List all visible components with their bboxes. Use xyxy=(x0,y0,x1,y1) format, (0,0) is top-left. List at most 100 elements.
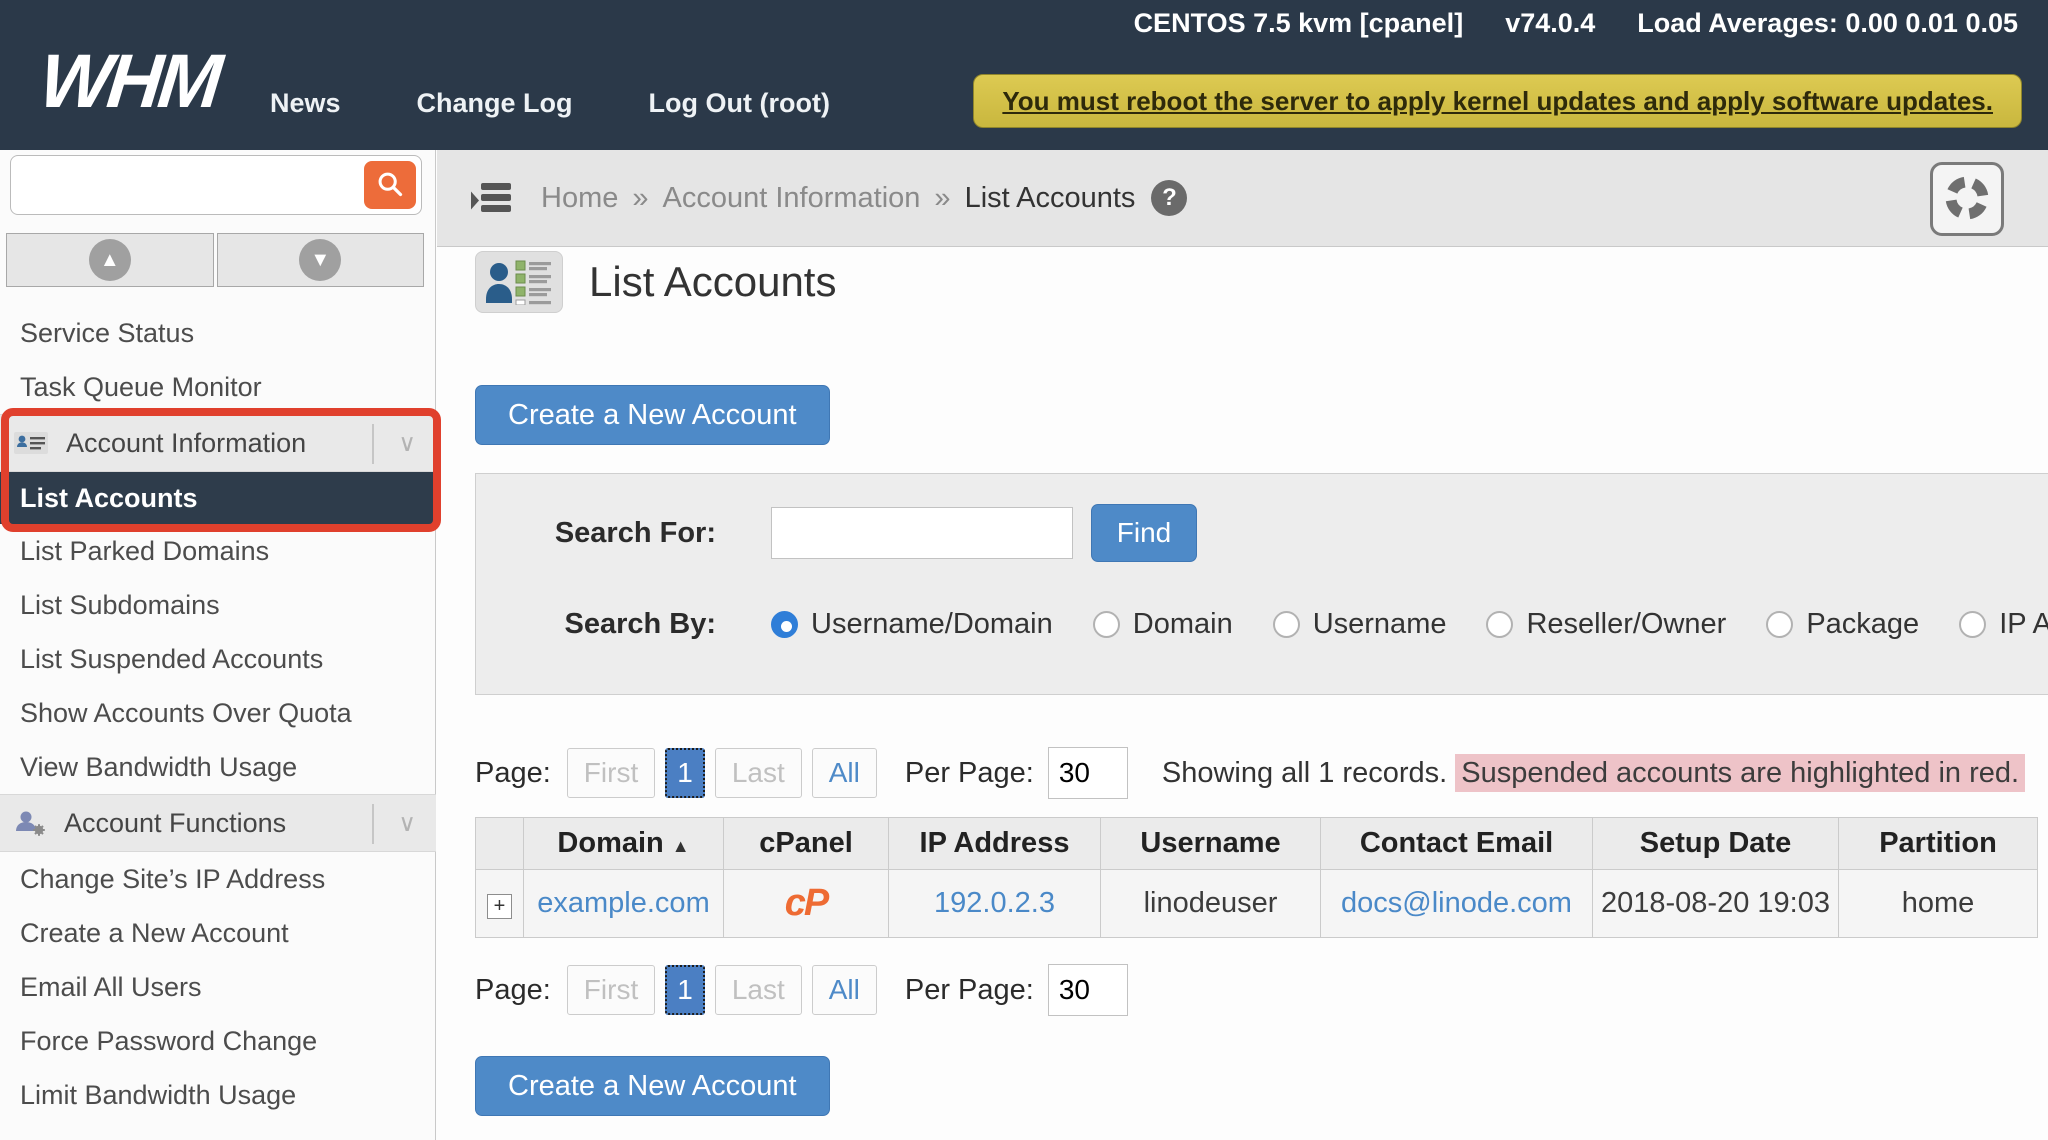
sidebar-item-force-password-change[interactable]: Force Password Change xyxy=(0,1014,436,1068)
sidebar-item-change-sites-ip-address[interactable]: Change Site’s IP Address xyxy=(0,852,436,906)
search-panel: Search For: Find Search By: Username/Dom… xyxy=(475,473,2048,695)
sidebar-search-button[interactable] xyxy=(364,161,416,209)
nav-change-log[interactable]: Change Log xyxy=(417,88,573,119)
column-ip-address[interactable]: IP Address xyxy=(889,818,1101,870)
create-new-account-button-bottom[interactable]: Create a New Account xyxy=(475,1056,830,1116)
cpanel-logo-icon[interactable]: cP xyxy=(785,882,827,924)
sidebar-item-list-accounts[interactable]: List Accounts xyxy=(0,472,436,524)
sidebar-item-show-accounts-over-quota[interactable]: Show Accounts Over Quota xyxy=(0,686,436,740)
sidebar-item-limit-bandwidth-usage[interactable]: Limit Bandwidth Usage xyxy=(0,1068,436,1122)
chevron-down-icon: ∨ xyxy=(398,809,416,838)
page-last-button[interactable]: Last xyxy=(715,965,802,1015)
sidebar-item-list-subdomains[interactable]: List Subdomains xyxy=(0,578,436,632)
page-label: Page: xyxy=(475,757,551,790)
search-for-label: Search For: xyxy=(476,517,716,550)
radio-package[interactable]: Package xyxy=(1766,608,1919,641)
domain-link[interactable]: example.com xyxy=(537,887,709,919)
sidebar-item-email-all-users[interactable]: Email All Users xyxy=(0,960,436,1014)
sort-asc-icon: ▲ xyxy=(672,836,690,856)
page-title-row: List Accounts xyxy=(475,251,2048,313)
sidebar-nav: Service Status Task Queue Monitor Accoun… xyxy=(0,306,436,1122)
sidebar-item-view-bandwidth-usage[interactable]: View Bandwidth Usage xyxy=(0,740,436,794)
main-content: List Accounts Create a New Account Searc… xyxy=(437,247,2048,1140)
page-current-button[interactable]: 1 xyxy=(665,748,705,798)
column-domain[interactable]: Domain▲ xyxy=(524,818,724,870)
page-all-button[interactable]: All xyxy=(812,748,877,798)
sidebar-search xyxy=(10,155,422,215)
records-note: Showing all 1 records. Suspended account… xyxy=(1162,757,2025,790)
radio-username[interactable]: Username xyxy=(1273,608,1447,641)
per-page-label: Per Page: xyxy=(905,757,1034,790)
column-cpanel[interactable]: cPanel xyxy=(724,818,889,870)
account-functions-icon xyxy=(14,809,48,837)
radio-ip-address[interactable]: IP Address xyxy=(1959,608,2048,641)
top-header: WHM News Change Log Log Out (root) CENTO… xyxy=(0,0,2048,150)
per-page-input[interactable] xyxy=(1048,964,1128,1016)
column-contact-email[interactable]: Contact Email xyxy=(1321,818,1593,870)
collapse-sidebar-icon[interactable] xyxy=(469,181,515,215)
life-ring-icon xyxy=(1943,174,1991,225)
help-icon[interactable]: ? xyxy=(1151,180,1187,216)
section-label: Account Functions xyxy=(64,808,286,839)
page-all-button[interactable]: All xyxy=(812,965,877,1015)
load-averages-label: Load Averages: 0.00 0.01 0.05 xyxy=(1637,8,2018,39)
breadcrumb-home[interactable]: Home xyxy=(541,182,618,215)
search-by-options: Username/Domain Domain Username Reseller… xyxy=(771,608,2048,641)
sidebar-section-account-information[interactable]: Account Information ∨ xyxy=(0,414,436,472)
nav-news[interactable]: News xyxy=(270,88,341,119)
page-first-button[interactable]: First xyxy=(567,965,655,1015)
page-current-button[interactable]: 1 xyxy=(665,965,705,1015)
sidebar-item-create-a-new-account[interactable]: Create a New Account xyxy=(0,906,436,960)
top-nav: News Change Log Log Out (root) xyxy=(270,88,830,119)
radio-reseller-owner[interactable]: Reseller/Owner xyxy=(1486,608,1726,641)
per-page-label: Per Page: xyxy=(905,974,1034,1007)
sidebar-search-input[interactable] xyxy=(10,155,422,215)
radio-domain[interactable]: Domain xyxy=(1093,608,1233,641)
support-button[interactable] xyxy=(1930,162,2004,236)
column-username[interactable]: Username xyxy=(1101,818,1321,870)
radio-selected-icon xyxy=(771,611,798,638)
sidebar-item-task-queue-monitor[interactable]: Task Queue Monitor xyxy=(0,360,436,414)
column-partition[interactable]: Partition xyxy=(1839,818,2038,870)
table-header-row: Domain▲ cPanel IP Address Username Conta… xyxy=(476,818,2038,870)
radio-username-domain[interactable]: Username/Domain xyxy=(771,608,1053,641)
radio-icon xyxy=(1093,611,1120,638)
sidebar-item-list-suspended-accounts[interactable]: List Suspended Accounts xyxy=(0,632,436,686)
search-for-input[interactable] xyxy=(771,507,1073,559)
ip-address-link[interactable]: 192.0.2.3 xyxy=(934,887,1055,919)
sidebar-scroll-buttons: ▲ ▼ xyxy=(6,233,424,287)
breadcrumb-account-information[interactable]: Account Information xyxy=(663,182,921,215)
sidebar-item-list-parked-domains[interactable]: List Parked Domains xyxy=(0,524,436,578)
contact-email-link[interactable]: docs@linode.com xyxy=(1341,887,1572,919)
expand-row-button[interactable]: + xyxy=(487,894,512,919)
suspended-note: Suspended accounts are highlighted in re… xyxy=(1455,754,2025,792)
section-divider xyxy=(372,424,374,464)
partition-cell: home xyxy=(1839,870,2038,938)
section-label: Account Information xyxy=(66,428,306,459)
create-new-account-button-top[interactable]: Create a New Account xyxy=(475,385,830,445)
accounts-table: Domain▲ cPanel IP Address Username Conta… xyxy=(475,817,2038,938)
search-for-row: Search For: Find xyxy=(476,504,2048,562)
arrow-down-icon: ▼ xyxy=(299,239,341,281)
nav-log-out[interactable]: Log Out (root) xyxy=(649,88,830,119)
page-last-button[interactable]: Last xyxy=(715,748,802,798)
find-button[interactable]: Find xyxy=(1091,504,1197,562)
page-first-button[interactable]: First xyxy=(567,748,655,798)
reboot-notice-banner[interactable]: You must reboot the server to apply kern… xyxy=(973,74,2022,128)
server-os-label: CENTOS 7.5 kvm [cpanel] xyxy=(1134,8,1464,39)
breadcrumb-separator: » xyxy=(934,182,950,215)
scroll-down-button[interactable]: ▼ xyxy=(217,233,425,287)
username-cell: linodeuser xyxy=(1101,870,1321,938)
sidebar-item-service-status[interactable]: Service Status xyxy=(0,306,436,360)
sidebar-section-account-functions[interactable]: Account Functions ∨ xyxy=(0,794,436,852)
pagination-top: Page: First 1 Last All Per Page: Showing… xyxy=(475,747,2048,799)
breadcrumb-separator: » xyxy=(632,182,648,215)
per-page-input[interactable] xyxy=(1048,747,1128,799)
section-divider xyxy=(372,804,374,844)
column-setup-date[interactable]: Setup Date xyxy=(1593,818,1839,870)
breadcrumb-bar: Home » Account Information » List Accoun… xyxy=(437,150,2048,247)
search-by-label: Search By: xyxy=(476,608,716,641)
breadcrumb-current: List Accounts xyxy=(965,182,1136,215)
whm-version-label: v74.0.4 xyxy=(1505,8,1595,39)
scroll-up-button[interactable]: ▲ xyxy=(6,233,214,287)
